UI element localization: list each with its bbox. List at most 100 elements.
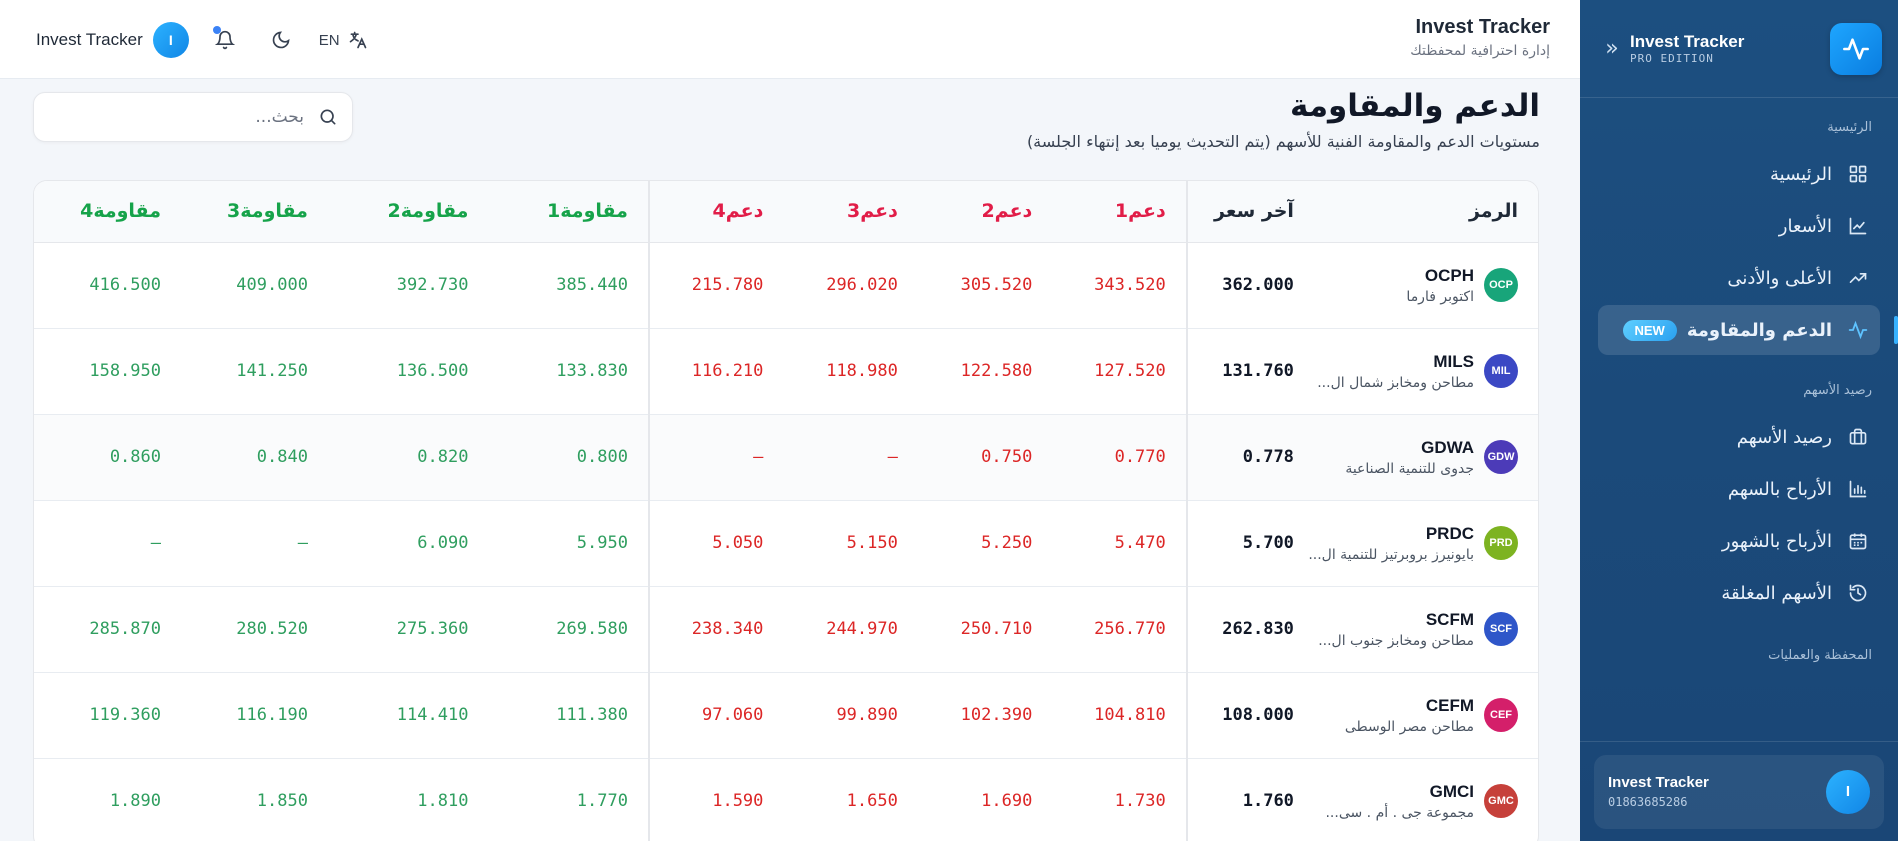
resistance-1-cell: 385.440 [488,242,649,329]
col-header-symbol[interactable]: الرمز [1313,181,1538,243]
stock-logo: PRD [1484,526,1518,560]
table-row[interactable]: MIL MILS مطاحن ومخابز شمال ال... 131.760 127… [34,328,1538,415]
support-3-cell: — [783,414,918,501]
symbol-text: GDWA جدوى للتنمية الصناعية [1345,438,1474,477]
sidebar-item-stock-balance[interactable]: رصيد الأسهم [1598,412,1880,462]
symbol-cell: PRD PRDC بايونيرز بروبرتيز للتنمية ال... [1308,500,1538,587]
stock-name: مجموعة جى . أم . سى... [1325,804,1474,821]
resistance-4-cell: 158.950 [34,328,181,415]
resistance-2-cell: 6.090 [327,500,489,587]
symbol-group: MIL MILS مطاحن ومخابز شمال ال... [1317,352,1518,391]
table-row[interactable]: PRD PRDC بايونيرز بروبرتيز للتنمية ال... 5.… [34,500,1538,587]
resistance-2-cell: 392.730 [327,242,489,329]
topbar: Invest Tracker إدارة احترافية لمحفظتك In… [0,0,1580,79]
stock-logo: GMC [1484,784,1518,818]
support-1-cell: 256.770 [1052,586,1187,673]
notifications-button[interactable] [205,20,245,60]
sidebar-item-high-low[interactable]: الأعلى والأدنى [1598,253,1880,303]
symbol-group: CEF CEFM مطاحن مصر الوسطى [1334,696,1518,735]
symbol-cell: GMC GMCI مجموعة جى . أم . سى... [1313,758,1538,841]
user-card[interactable]: I Invest Tracker 01863685286 [1594,754,1884,829]
theme-toggle-button[interactable] [261,20,301,60]
sidebar-item-label: الأرباح بالسهم [1727,478,1832,500]
symbol-group: OCP OCPH اكتوبر فارما [1334,266,1518,305]
resistance-1-cell: 111.380 [488,672,649,759]
support-4-cell: 215.780 [647,242,784,329]
col-header-support-4[interactable]: دعم4 [647,181,784,243]
double-chevron-icon: « [1605,36,1619,61]
support-1-cell: 104.810 [1052,672,1187,759]
brand-title: Invest Tracker [1630,32,1745,51]
support-2-cell: 1.690 [917,758,1053,841]
support-4-cell: 238.340 [647,586,784,673]
search-input[interactable] [48,107,304,127]
user-name: Invest Tracker [36,30,143,49]
language-label: EN [318,31,340,49]
symbol-text: MILS مطاحن ومخابز شمال ال... [1317,352,1474,391]
support-4-cell: 116.210 [647,328,784,415]
table-row[interactable]: CEF CEFM مطاحن مصر الوسطى 108.000 104.810 102… [34,672,1538,759]
support-3-cell: 5.150 [783,500,918,587]
support-1-cell: 343.520 [1052,242,1187,329]
stock-code: OCPH [1424,265,1474,285]
sidebar-item-dividends-per-stock[interactable]: الأرباح بالسهم [1598,464,1880,514]
col-header-resistance-2[interactable]: مقاومة2 [327,181,489,243]
resistance-1-cell: 0.800 [488,414,649,501]
stock-logo: OCP [1484,268,1518,302]
col-header-resistance-4[interactable]: مقاومة4 [34,181,181,243]
col-header-resistance-3[interactable]: مقاومة3 [181,181,328,243]
last-price-cell: 131.760 [1185,328,1314,415]
calendar-icon [1846,529,1870,553]
user-menu[interactable]: Invest Tracker I [36,22,189,58]
app-subtitle: إدارة احترافية لمحفظتك [1410,43,1550,59]
history-icon [1846,581,1870,605]
symbol-cell: MIL MILS مطاحن ومخابز شمال ال... [1313,328,1538,415]
sidebar-item-closed-stocks[interactable]: الأسهم المغلقة [1598,568,1880,618]
table-row[interactable]: GMC GMCI مجموعة جى . أم . سى... 1.760 1.730 1… [34,758,1538,841]
notification-dot [212,26,221,34]
col-header-last-price[interactable]: آخر سعر [1185,181,1314,243]
sidebar-item-label: الأرباح بالشهور [1721,530,1832,552]
last-price-cell: 262.830 [1185,586,1314,673]
sidebar-item-home[interactable]: الرئيسية [1598,149,1880,199]
col-header-support-2[interactable]: دعم2 [917,181,1053,243]
stock-logo: MIL [1484,354,1518,388]
sidebar-item-label: الرئيسية [1770,163,1832,185]
section-label-stocks: رصيد الأسهم [1803,383,1872,398]
symbol-group: PRD PRDC بايونيرز بروبرتيز للتنمية ال... [1308,524,1518,563]
symbol-text: CEFM مطاحن مصر الوسطى [1345,696,1474,735]
col-header-support-1[interactable]: دعم1 [1052,181,1187,243]
resistance-3-cell: 1.850 [181,758,328,841]
last-price-cell: 362.000 [1185,242,1314,329]
support-3-cell: 244.970 [783,586,918,673]
stock-code: SCFM [1425,609,1474,629]
briefcase-icon [1846,425,1870,449]
resistance-4-cell: 285.870 [34,586,181,673]
sidebar-item-label: الدعم والمقاومة [1686,319,1832,341]
sidebar-item-prices[interactable]: الأسعار [1598,201,1880,251]
collapse-sidebar-button[interactable]: « [1598,35,1626,63]
support-4-cell: 5.050 [647,500,784,587]
section-label-portfolio: المحفظة والعمليات [1768,648,1872,663]
bar-chart-icon [1846,477,1870,501]
sidebar-item-dividends-per-month[interactable]: الأرباح بالشهور [1598,516,1880,566]
user-name: Invest Tracker [1608,774,1709,791]
page-header: الدعم والمقاومة مستويات الدعم والمقاومة … [1027,88,1540,151]
col-header-support-3[interactable]: دعم3 [783,181,918,243]
sidebar-item-label: رصيد الأسهم [1736,426,1832,448]
support-3-cell: 118.980 [783,328,918,415]
logo[interactable] [1830,22,1882,75]
sidebar-item-label: الأسهم المغلقة [1721,582,1832,604]
table-row[interactable]: OCP OCPH اكتوبر فارما 362.000 343.520 305.520… [34,242,1538,329]
resistance-3-cell: 409.000 [181,242,328,329]
col-header-resistance-1[interactable]: مقاومة1 [488,181,649,243]
language-switcher[interactable]: EN [319,30,368,50]
resistance-2-cell: 275.360 [327,586,489,673]
sidebar-item-support-resistance[interactable]: الدعم والمقاومة NEW [1598,305,1898,355]
last-price-cell: 0.778 [1185,414,1314,501]
stock-code: GMCI [1429,781,1474,801]
table-row[interactable]: GDW GDWA جدوى للتنمية الصناعية 0.778 0.770 0.… [34,414,1538,501]
grid-icon [1846,162,1870,186]
resistance-1-cell: 133.830 [488,328,649,415]
table-row[interactable]: SCF SCFM مطاحن ومخابز جنوب ال... 262.830 256… [34,586,1538,673]
